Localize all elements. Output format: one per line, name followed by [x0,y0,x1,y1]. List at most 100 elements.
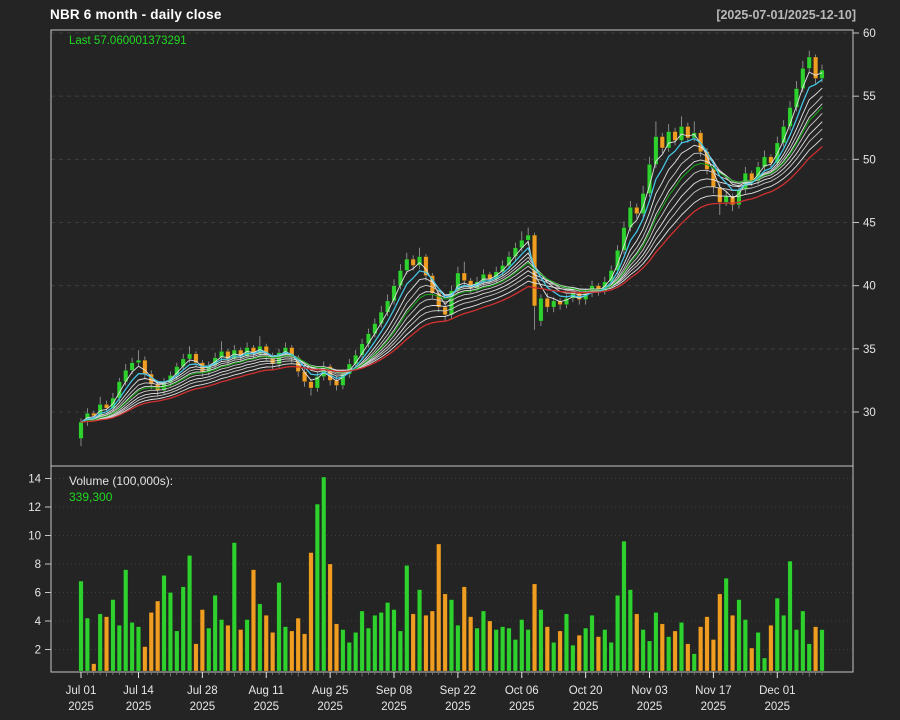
volume-bar [628,590,632,671]
volume-bar [545,627,549,671]
volume-axis-label: 14 [28,474,41,486]
volume-bar [724,578,728,671]
candle-body [411,259,415,265]
volume-axis-label: 10 [28,531,41,543]
x-axis-year-label: 2025 [317,701,343,713]
volume-bar [635,614,639,671]
volume-bar [213,595,217,671]
candle-body [545,298,549,307]
volume-axis-label: 6 [35,588,41,600]
volume-bar [794,630,798,671]
volume-bar [322,477,326,671]
candle-body [79,422,83,438]
candle-body [660,137,664,148]
volume-bar [251,570,255,671]
volume-bar [162,575,166,671]
x-axis-year-label: 2025 [573,701,599,713]
x-axis-year-label: 2025 [701,701,727,713]
volume-bar [750,648,754,671]
volume-bar [475,628,479,671]
x-axis-year-label: 2025 [190,701,216,713]
volume-bar [136,627,140,671]
volume-bar [615,595,619,671]
price-axis-label: 60 [863,28,876,40]
volume-bar [807,644,811,671]
volume-bar [571,645,575,671]
volume-bar [679,622,683,671]
volume-bar [532,584,536,671]
volume-bar [366,628,370,671]
volume-bar [111,600,115,671]
volume-bar [392,610,396,671]
volume-bar [756,632,760,671]
price-axis-label: 50 [863,154,876,166]
volume-axis-label: 4 [35,616,42,628]
volume-bar [341,630,345,671]
volume-bar [603,630,607,671]
chart-screen: NBR 6 month - daily close [2025-07-01/20… [0,0,900,720]
volume-bar [552,642,556,671]
volume-bar [730,615,734,671]
volume-bar [577,635,581,671]
volume-bar [270,632,274,671]
volume-bar [775,598,779,671]
volume-bar [507,628,511,671]
candle-body [309,382,313,388]
last-price-label: Last 57.060001373291 [69,35,187,47]
x-axis-date-label: Nov 03 [631,685,667,697]
ema-green-line [81,107,822,422]
volume-bar [143,647,147,671]
volume-bar [379,612,383,671]
volume-bar [411,614,415,671]
volume-bar [417,590,421,671]
x-axis-year-label: 2025 [509,701,535,713]
volume-bar [564,614,568,671]
candle-body [724,196,728,202]
x-axis-year-label: 2025 [381,701,407,713]
volume-bar [373,615,377,671]
price-volume-chart: 303540455055602468101214Jul 012025Jul 14… [0,0,900,720]
volume-bar [130,622,134,671]
volume-bar [290,631,294,671]
volume-bar [168,593,172,672]
volume-units-label: Volume (100,000s): [69,474,173,488]
candle-body [398,271,402,286]
volume-bar [187,555,191,671]
volume-bar [347,642,351,671]
candle-body [462,273,466,281]
volume-bar [686,644,690,671]
x-axis-year-label: 2025 [637,701,663,713]
volume-bar [79,581,83,671]
volume-bar [673,631,677,671]
candle-body [807,57,811,68]
x-axis-date-label: Dec 01 [759,685,795,697]
candle-body [136,360,140,363]
volume-bar [494,630,498,671]
candle-body [155,384,159,390]
x-axis-date-label: Jul 01 [66,685,97,697]
volume-bar [660,624,664,671]
volume-bar [283,627,287,671]
x-axis-date-label: Aug 11 [248,685,284,697]
volume-bar [513,640,517,671]
volume-bar [296,618,300,671]
candle-body [405,259,409,270]
candle-body [379,312,383,323]
volume-bar [207,628,211,671]
x-axis-year-label: 2025 [445,701,471,713]
volume-bar [737,600,741,671]
volume-bar [500,627,504,671]
ema-ribbon-line [81,72,822,422]
volume-bar [175,631,179,671]
x-axis-date-label: Jul 14 [123,685,154,697]
volume-bar [334,624,338,671]
volume-bar [698,627,702,671]
volume-bar [430,611,434,671]
volume-bar [258,604,262,671]
volume-bar [104,617,108,671]
volume-bar [405,565,409,671]
volume-bar [353,632,357,671]
volume-bar [238,630,242,671]
x-axis-date-label: Sep 22 [440,685,476,697]
price-axis-label: 30 [863,407,876,419]
